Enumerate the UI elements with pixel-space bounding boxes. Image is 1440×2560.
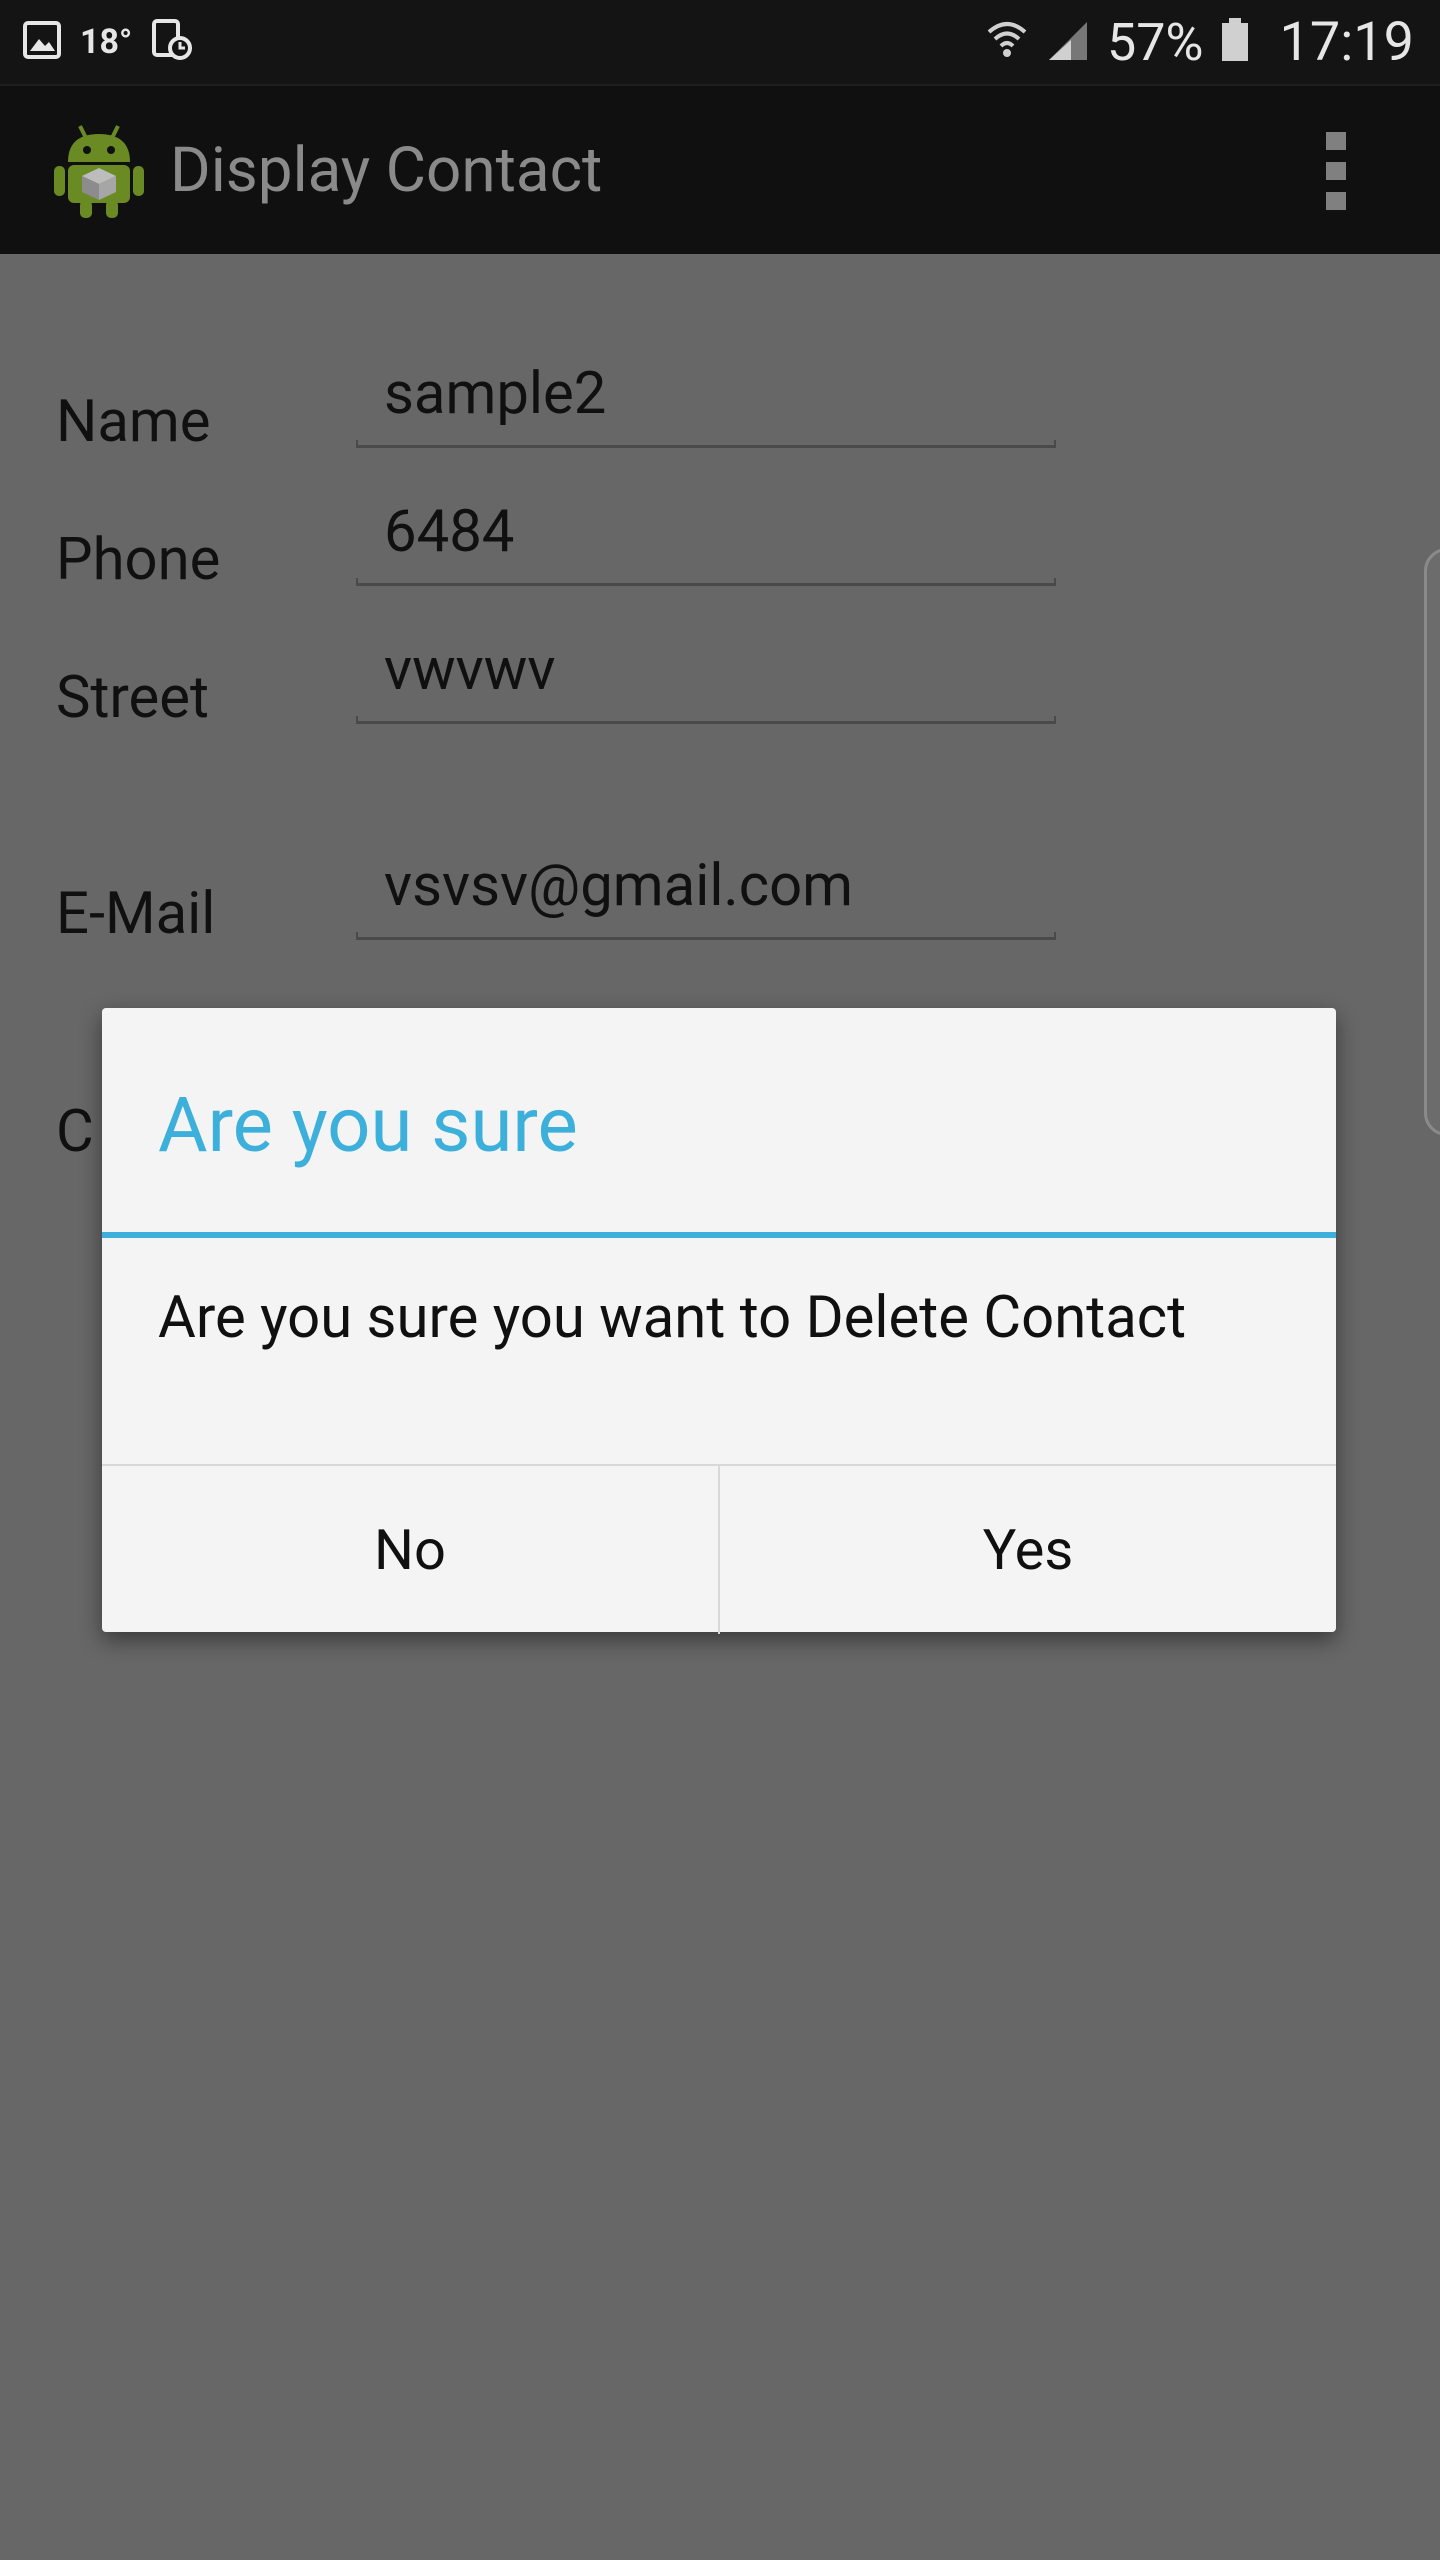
status-bar-right: 57% 17:19 bbox=[985, 0, 1414, 84]
dialog-title: Are you sure bbox=[158, 1080, 578, 1170]
street-field-underline bbox=[356, 716, 1056, 724]
phone-field-underline bbox=[356, 578, 1056, 586]
temperature-text: 18° bbox=[80, 22, 133, 62]
wifi-icon bbox=[985, 18, 1029, 66]
email-label: E-Mail bbox=[56, 880, 216, 948]
action-bar: Display Contact bbox=[0, 84, 1440, 254]
no-button[interactable]: No bbox=[102, 1466, 720, 1634]
confirm-delete-dialog: Are you sure Are you sure you want to De… bbox=[102, 1008, 1336, 1634]
dialog-message: Are you sure you want to Delete Contact bbox=[158, 1284, 1187, 1352]
battery-percent-text: 57% bbox=[1106, 11, 1204, 73]
partial-field-label: C bbox=[56, 1098, 94, 1166]
street-label: Street bbox=[56, 664, 210, 732]
yes-button[interactable]: Yes bbox=[720, 1466, 1336, 1634]
dialog-title-divider bbox=[102, 1232, 1336, 1238]
phone-label: Phone bbox=[56, 526, 221, 594]
data-saver-icon bbox=[150, 18, 194, 66]
battery-icon bbox=[1220, 17, 1250, 67]
status-bar-left: 18° bbox=[22, 0, 194, 84]
name-field[interactable]: sample2 bbox=[384, 360, 606, 428]
email-field-underline bbox=[356, 932, 1056, 940]
email-field[interactable]: vsvsv@gmail.com bbox=[384, 852, 853, 920]
name-field-underline bbox=[356, 440, 1056, 448]
edge-panel-handle[interactable] bbox=[1424, 548, 1440, 1136]
street-field[interactable]: vwvwv bbox=[384, 636, 555, 704]
no-button-label: No bbox=[374, 1517, 446, 1583]
android-app-icon bbox=[54, 122, 144, 218]
signal-icon bbox=[1045, 18, 1091, 66]
status-bar: 18° 57% 17:19 bbox=[0, 0, 1440, 84]
clock-text: 17:19 bbox=[1279, 10, 1414, 74]
yes-button-label: Yes bbox=[982, 1517, 1074, 1583]
phone-field[interactable]: 6484 bbox=[384, 498, 514, 566]
dialog-button-bar: No Yes bbox=[102, 1464, 1336, 1634]
name-label: Name bbox=[56, 388, 211, 456]
overflow-menu-icon[interactable] bbox=[1326, 132, 1346, 210]
gallery-icon bbox=[22, 20, 62, 64]
page-title: Display Contact bbox=[170, 134, 603, 207]
